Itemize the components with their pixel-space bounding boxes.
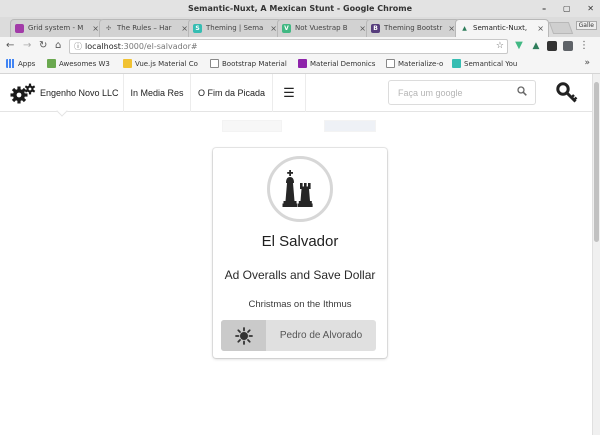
browser-tab[interactable]: ✣ The Rules – Har ×	[99, 19, 193, 37]
browser-toolbar: ← → ↻ ⌂ ⓘ localhost:3000/el-salvador# ☆ …	[0, 37, 600, 56]
reload-icon[interactable]: ↻	[39, 39, 47, 53]
tab-label: Not Vuestrap B	[295, 24, 348, 32]
browser-tab-active[interactable]: ▲ Semantic-Nuxt, ×	[455, 19, 549, 37]
window-title: Semantic-Nuxt, A Mexican Stunt - Google …	[187, 4, 413, 13]
bookmark-label: Materialize-o	[398, 60, 444, 68]
new-tab-button[interactable]	[548, 22, 574, 34]
bookmark-item[interactable]: Material Demonics	[298, 59, 375, 70]
avatar	[267, 156, 333, 222]
browser-tab[interactable]: Grid system - M ×	[10, 19, 104, 37]
address-bar[interactable]: ⓘ localhost:3000/el-salvador# ☆	[69, 39, 508, 54]
menu-item-o-fim-da-picada[interactable]: O Fim da Picada	[191, 74, 273, 112]
puzzle-icon: ✣	[105, 25, 112, 32]
bookmarks-overflow-icon[interactable]: »	[584, 58, 590, 68]
brand-label: Engenho Novo LLC	[40, 88, 119, 98]
apps-grid-icon	[6, 59, 15, 68]
card-subtitle: Ad Overalls and Save Dollar	[224, 268, 376, 282]
bookmark-star-icon[interactable]: ☆	[496, 40, 504, 53]
bookmark-label: Apps	[18, 60, 36, 68]
hamburger-menu-icon[interactable]: ☰	[273, 74, 306, 112]
browser-tab[interactable]: V Not Vuestrap B ×	[277, 19, 371, 37]
page-icon	[386, 59, 395, 68]
bookmark-item[interactable]: Vue.js Material Co	[123, 59, 198, 70]
maximize-button[interactable]: ▢	[563, 4, 571, 13]
nuxt-extension-icon[interactable]: ▲	[531, 41, 541, 51]
tab-label: Theming Bootstr	[384, 24, 443, 32]
extension-icon[interactable]	[547, 41, 557, 51]
bookmark-label: Material Demonics	[310, 60, 376, 68]
window-controls: – ▢ ✕	[528, 0, 594, 17]
forward-arrow-icon[interactable]: →	[23, 39, 31, 53]
page-viewport: Engenho Novo LLC In Media Res O Fim da P…	[0, 74, 592, 435]
materialize-icon	[15, 24, 24, 33]
browser-tab[interactable]: B Theming Bootstr ×	[366, 19, 460, 37]
home-icon[interactable]: ⌂	[55, 39, 61, 53]
tab-close-icon[interactable]: ×	[537, 20, 544, 37]
key-icon[interactable]	[556, 82, 578, 107]
bookmark-label: Awesomes W3	[59, 60, 110, 68]
info-icon[interactable]: ⓘ	[74, 40, 82, 53]
tab-strip: Grid system - M × ✣ The Rules – Har × S …	[0, 17, 600, 37]
menu-item-in-media-res[interactable]: In Media Res	[124, 74, 191, 112]
semantic-icon	[452, 59, 461, 68]
menu-dots-icon[interactable]: ⋮	[579, 41, 589, 51]
tab-label: Semantic-Nuxt,	[473, 24, 528, 32]
sun-icon	[221, 320, 266, 351]
bookmark-item[interactable]: Semantical You	[452, 59, 517, 70]
vue-devtools-icon[interactable]: ▼	[514, 41, 524, 51]
bookmark-label: Semantical You	[464, 60, 518, 68]
pedro-de-alvorado-button[interactable]: Pedro de Alvorado	[221, 320, 376, 351]
search-icon[interactable]	[517, 86, 527, 99]
bookmark-item[interactable]: Materialize-o	[386, 59, 443, 70]
bootstrap-icon: B	[371, 24, 380, 33]
scrollbar-thumb[interactable]	[594, 82, 599, 242]
bookmark-label: Vue.js Material Co	[135, 60, 198, 68]
semantic-icon: S	[193, 24, 202, 33]
top-menu: Engenho Novo LLC In Media Res O Fim da P…	[0, 74, 592, 117]
tab-close-icon[interactable]: ×	[92, 20, 99, 37]
close-window-button[interactable]: ✕	[587, 4, 594, 13]
tab-close-icon[interactable]: ×	[448, 20, 455, 37]
tab-close-icon[interactable]: ×	[270, 20, 277, 37]
back-arrow-icon[interactable]: ←	[6, 39, 14, 53]
w3-icon	[47, 59, 56, 68]
tab-label: The Rules – Har	[117, 24, 172, 32]
url-host: localhost	[85, 42, 121, 51]
tab-close-icon[interactable]: ×	[359, 20, 366, 37]
card-description: Christmas on the Ithmus	[248, 299, 352, 310]
bookmark-label: Bootstrap Material	[222, 60, 287, 68]
bookmark-apps[interactable]: Apps	[6, 59, 35, 70]
profile-card: El Salvador Ad Overalls and Save Dollar …	[213, 148, 387, 358]
page-icon	[210, 59, 219, 68]
card-title: El Salvador	[261, 233, 339, 250]
window-title-bar: Semantic-Nuxt, A Mexican Stunt - Google …	[0, 0, 600, 17]
bookmarks-bar: Apps Awesomes W3 Vue.js Material Co Boot…	[0, 56, 600, 74]
url-path: :3000/el-salvador#	[120, 42, 198, 51]
nuxt-icon: ▲	[462, 25, 467, 32]
materialize-icon	[298, 59, 307, 68]
profile-badge[interactable]: Galle	[575, 21, 597, 30]
gears-icon	[10, 83, 36, 109]
tab-label: Grid system - M	[28, 24, 84, 32]
chess-pieces-icon	[282, 170, 313, 207]
button-label: Pedro de Alvorado	[279, 330, 363, 341]
search-input[interactable]	[389, 81, 509, 104]
vue-material-icon	[123, 59, 132, 68]
minimize-button[interactable]: –	[542, 4, 546, 13]
tab-label: Theming | Sema	[206, 24, 264, 32]
page-scrollbar[interactable]	[592, 74, 600, 435]
vue-icon: V	[282, 24, 291, 33]
bookmark-item[interactable]: Awesomes W3	[47, 59, 110, 70]
search-box	[388, 80, 536, 105]
tab-close-icon[interactable]: ×	[181, 20, 188, 37]
bookmark-item[interactable]: Bootstrap Material	[210, 59, 287, 70]
extension-icon[interactable]	[563, 41, 573, 51]
browser-tab[interactable]: S Theming | Sema ×	[188, 19, 282, 37]
